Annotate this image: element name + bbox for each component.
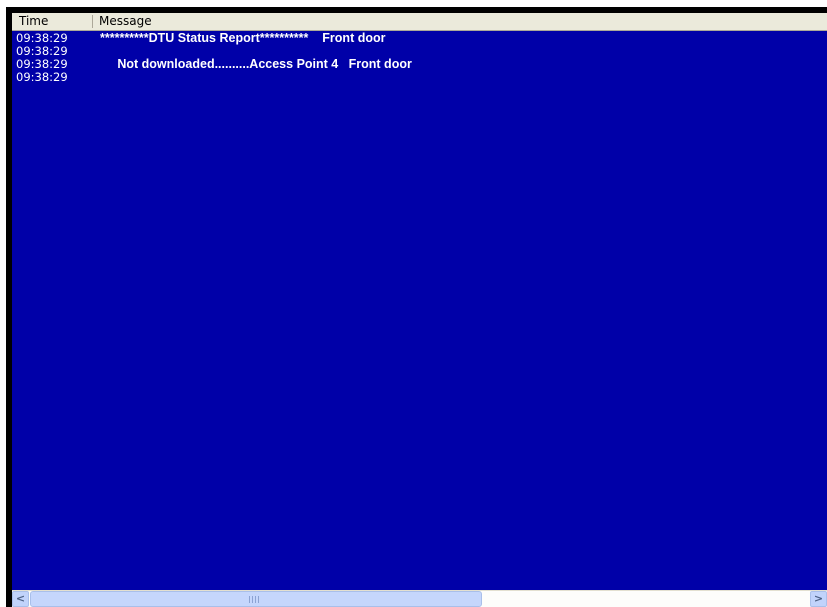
column-header-time[interactable]: Time bbox=[12, 13, 92, 30]
chevron-right-icon: > bbox=[813, 592, 824, 605]
scroll-left-button[interactable]: < bbox=[12, 591, 29, 607]
list-header: Time Message bbox=[12, 13, 827, 31]
list-item[interactable]: 09:38:29 Not downloaded..........Access … bbox=[12, 58, 827, 71]
list-item[interactable]: 09:38:29 bbox=[12, 71, 827, 84]
event-log-window: Time Message 09:38:29 **********DTU Stat… bbox=[6, 7, 827, 607]
list-item[interactable]: 09:38:29 **********DTU Status Report****… bbox=[12, 32, 827, 45]
log-rows: 09:38:29 **********DTU Status Report****… bbox=[12, 32, 827, 84]
row-message: **********DTU Status Report********** Fr… bbox=[100, 31, 386, 45]
column-header-message[interactable]: Message bbox=[92, 13, 827, 30]
event-log-list[interactable]: Time Message 09:38:29 **********DTU Stat… bbox=[12, 13, 827, 607]
scrollbar-thumb[interactable] bbox=[30, 591, 482, 607]
grip-icon bbox=[249, 596, 261, 603]
row-time: 09:38:29 bbox=[16, 70, 68, 84]
scroll-right-button[interactable]: > bbox=[810, 591, 827, 607]
row-message: Not downloaded..........Access Point 4 F… bbox=[100, 57, 412, 71]
chevron-left-icon: < bbox=[15, 592, 26, 605]
horizontal-scrollbar[interactable]: < > bbox=[12, 590, 827, 607]
